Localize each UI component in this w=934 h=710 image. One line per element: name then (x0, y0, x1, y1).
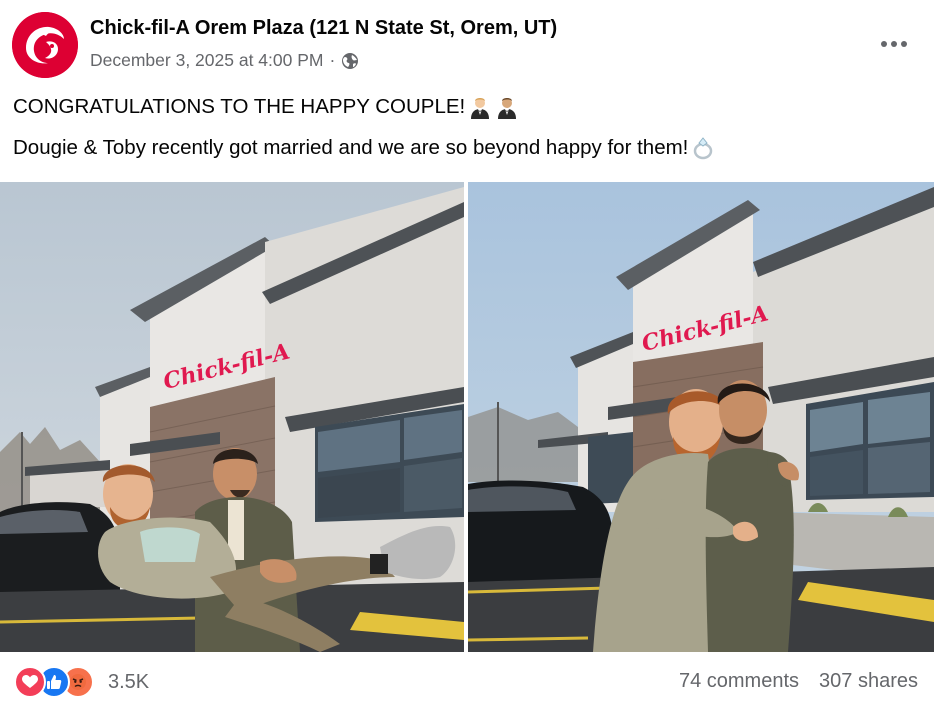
photo-couple-carry[interactable]: Chick-fil-A (0, 182, 464, 652)
post-text-line-1-text: CONGRATULATIONS TO THE HAPPY COUPLE! (13, 95, 466, 118)
reactions-summary[interactable]: 3.5K (14, 666, 149, 698)
post-text-line-2-text: Dougie & Toby recently got married and w… (13, 136, 689, 159)
globe-icon[interactable] (341, 52, 359, 70)
love-icon (14, 666, 46, 698)
more-dot (901, 41, 907, 47)
post-photos: Chick-fil-A Chick-fil-A (0, 182, 934, 652)
post-text-line-1: CONGRATULATIONS TO THE HAPPY COUPLE! (13, 95, 519, 119)
post-header: Chick-fil-A Orem Plaza (121 N State St, … (0, 0, 934, 90)
meta-separator: · (329, 50, 336, 70)
post-text-line-2: Dougie & Toby recently got married and w… (13, 136, 715, 160)
shares-count-link[interactable]: 307 shares (819, 670, 918, 693)
photo-couple-hug[interactable]: Chick-fil-A (468, 182, 934, 652)
more-dot (891, 41, 897, 47)
page-name-link[interactable]: Chick-fil-A Orem Plaza (121 N State St, … (90, 17, 557, 40)
page-avatar[interactable] (12, 12, 78, 78)
more-dot (881, 41, 887, 47)
post-meta: December 3, 2025 at 4:00 PM · (90, 50, 359, 71)
post-footer: 3.5K 74 comments 307 shares (0, 652, 934, 710)
reaction-count: 3.5K (108, 670, 150, 693)
man-in-tuxedo-emoji (495, 95, 519, 119)
post-timestamp[interactable]: December 3, 2025 at 4:00 PM (90, 50, 323, 71)
comments-count-link[interactable]: 74 comments (679, 670, 799, 693)
man-in-tuxedo-emoji (468, 95, 492, 119)
engagement-stats: 74 comments 307 shares (679, 670, 918, 693)
chick-fil-a-logo-icon (12, 12, 78, 78)
ring-emoji (691, 136, 715, 160)
more-options-button[interactable] (874, 28, 914, 60)
